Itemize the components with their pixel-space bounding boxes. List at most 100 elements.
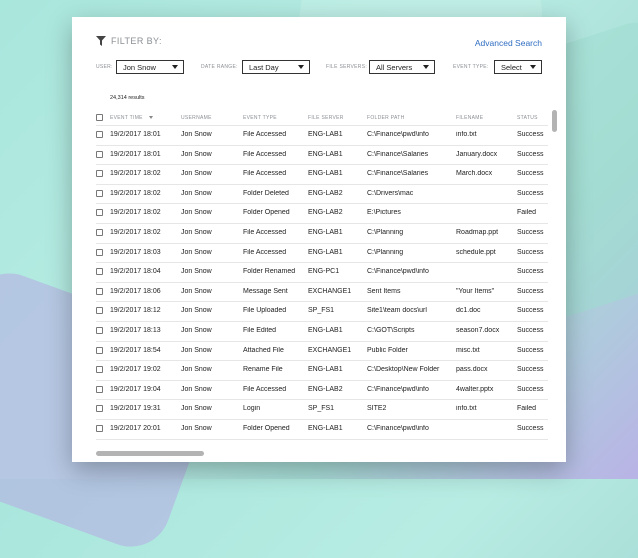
folder-path-cell: C:\Finance\pwd\info [367,268,429,276]
folder-path-cell: C:\Finance\pwd\info [367,131,429,138]
file-server-cell: ENG-LAB1 [308,170,343,178]
username-cell: Jon Snow [181,248,212,256]
username-cell: Jon Snow [181,131,212,138]
filename-cell: schedule.ppt [456,248,496,256]
column-header-event-time[interactable]: EVENT TIME [110,115,180,121]
table-header: EVENT TIME USERNAME EVENT TYPE FILE SERV… [96,112,548,126]
table-row[interactable]: 19/2/2017 18:06 Jon Snow Message Sent EXCHA… [96,283,548,303]
row-checkbox[interactable] [96,189,103,197]
filename-cell: info.txt [456,405,477,413]
row-checkbox[interactable] [96,326,103,334]
filename-cell: season7.docx [456,326,500,334]
event-time-cell: 19/2/2017 19:31 [110,405,161,413]
user-select[interactable]: Jon Snow [116,60,184,74]
status-cell: Success [517,189,544,197]
row-checkbox[interactable] [96,150,103,158]
column-header-file-server[interactable]: FILE SERVER [308,115,364,121]
date-range-value: Last Day [249,62,279,72]
event-type-cell: File Accessed [243,228,287,236]
table-row[interactable]: 19/2/2017 18:04 Jon Snow Folder Renamed ENG… [96,263,548,283]
table-row[interactable]: 19/2/2017 19:31 Jon Snow Login SP_FS1 SITE2 i… [96,400,548,420]
event-type-cell: Folder Deleted [243,189,289,197]
file-servers-value: All Servers [376,62,413,72]
filename-cell: "Your Items" [456,287,495,295]
event-time-cell: 19/2/2017 18:02 [110,170,161,178]
status-cell: Success [517,131,544,138]
table-row[interactable]: 19/2/2017 19:02 Jon Snow Rename File ENG-LA… [96,361,548,381]
event-type-cell: Message Sent [243,287,288,295]
file-servers-select[interactable]: All Servers [369,60,435,74]
status-cell: Success [517,228,544,236]
file-server-cell: ENG-LAB2 [308,189,343,197]
table-row[interactable]: 19/2/2017 18:01 Jon Snow File Accessed ENG-… [96,126,548,146]
column-header-event-type[interactable]: EVENT TYPE [243,115,307,121]
select-all-checkbox[interactable] [96,114,103,121]
event-type-cell: Login [243,405,261,413]
status-cell: Success [517,366,544,374]
file-server-cell: ENG-LAB2 [308,209,343,217]
row-checkbox[interactable] [96,287,103,295]
event-type-select[interactable]: Select [494,60,542,74]
vertical-scrollbar[interactable] [552,110,557,132]
event-type-cell: File Uploaded [243,307,287,315]
row-checkbox[interactable] [96,248,103,256]
table-row[interactable]: 19/2/2017 18:02 Jon Snow File Accessed ENG-… [96,165,548,185]
table-row[interactable]: 19/2/2017 18:54 Jon Snow Attached File EXCH… [96,342,548,362]
table-row[interactable]: 19/2/2017 18:13 Jon Snow File Edited ENG-LA… [96,322,548,342]
column-header-filename[interactable]: FILENAME [456,115,516,121]
event-time-cell: 19/2/2017 18:02 [110,189,161,197]
column-header-username[interactable]: USERNAME [181,115,239,121]
folder-path-cell: C:\Desktop\New Folder [367,366,440,374]
row-checkbox[interactable] [96,209,103,217]
row-checkbox[interactable] [96,170,103,178]
row-checkbox[interactable] [96,424,103,432]
folder-path-cell: C:\Finance\Salaries [367,170,429,178]
folder-path-cell: C:\Planning [367,228,404,236]
username-cell: Jon Snow [181,268,212,276]
column-header-folder-path[interactable]: FOLDER PATH [367,115,455,121]
horizontal-scrollbar[interactable] [96,451,204,456]
username-cell: Jon Snow [181,385,212,393]
event-time-cell: 19/2/2017 18:03 [110,248,161,256]
folder-path-cell: C:\Planning [367,248,404,256]
filename-cell: March.docx [456,170,493,178]
filter-title: FILTER BY: [111,36,162,46]
file-server-cell: SP_FS1 [308,405,335,413]
row-checkbox[interactable] [96,385,103,393]
date-range-select[interactable]: Last Day [242,60,310,74]
filename-cell: dc1.doc [456,307,481,315]
row-checkbox[interactable] [96,307,103,315]
table-row[interactable]: 19/2/2017 18:12 Jon Snow File Uploaded SP_F… [96,302,548,322]
file-server-cell: EXCHANGE1 [308,346,352,354]
table-row[interactable]: 19/2/2017 18:02 Jon Snow Folder Deleted ENG… [96,185,548,205]
event-type-cell: Rename File [243,366,283,374]
folder-path-cell: Public Folder [367,346,408,354]
table-row[interactable]: 19/2/2017 18:03 Jon Snow File Accessed ENG-… [96,244,548,264]
event-type-value: Select [501,62,522,72]
folder-path-cell: Sent Items [367,287,401,295]
folder-path-cell: C:\Finance\pwd\info [367,385,429,393]
status-cell: Success [517,268,544,276]
filter-bar: USER: Jon Snow DATE RANGE: Last Day FILE… [96,60,546,76]
status-cell: Success [517,248,544,256]
event-type-cell: Folder Opened [243,209,290,217]
username-cell: Jon Snow [181,150,212,158]
advanced-search-link[interactable]: Advanced Search [475,38,542,48]
column-header-status[interactable]: STATUS [517,115,547,121]
row-checkbox[interactable] [96,346,103,354]
table-row[interactable]: 19/2/2017 20:01 Jon Snow Folder Opened ENG-… [96,420,548,440]
row-checkbox[interactable] [96,366,103,374]
row-checkbox[interactable] [96,131,103,138]
table-row[interactable]: 19/2/2017 18:02 Jon Snow File Accessed ENG-… [96,224,548,244]
folder-path-cell: E:\Pictures [367,209,401,217]
table-row[interactable]: 19/2/2017 18:02 Jon Snow Folder Opened ENG-… [96,204,548,224]
table-row[interactable]: 19/2/2017 18:01 Jon Snow File Accessed ENG-… [96,146,548,166]
row-checkbox[interactable] [96,268,103,276]
username-cell: Jon Snow [181,424,212,432]
filename-cell: 4walter.pptx [456,385,494,393]
row-checkbox[interactable] [96,228,103,236]
event-time-cell: 19/2/2017 18:01 [110,150,161,158]
chevron-down-icon [423,65,429,69]
table-row[interactable]: 19/2/2017 19:04 Jon Snow File Accessed ENG-… [96,381,548,401]
row-checkbox[interactable] [96,405,103,413]
